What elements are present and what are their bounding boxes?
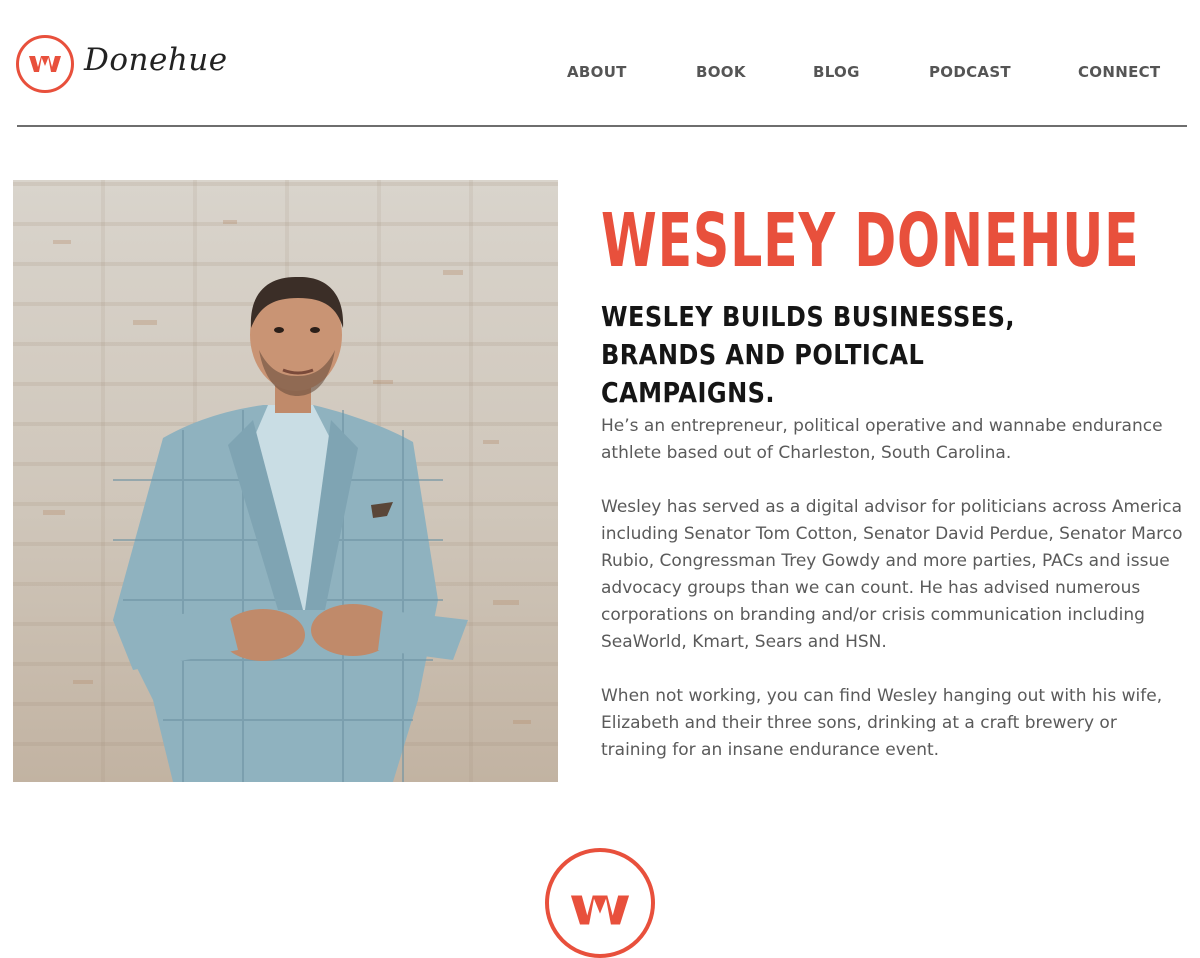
header-divider — [17, 125, 1187, 127]
nav-about[interactable]: ABOUT — [567, 63, 627, 81]
nav-book[interactable]: BOOK — [696, 63, 746, 81]
bio-paragraph: Wesley has served as a digital advisor f… — [601, 497, 1183, 652]
nav-podcast[interactable]: PODCAST — [929, 63, 1011, 81]
nav-connect[interactable]: CONNECT — [1078, 63, 1160, 81]
bio-paragraph: He’s an entrepreneur, political operativ… — [601, 416, 1163, 463]
footer-logo-icon — [545, 848, 655, 958]
portrait-photo — [13, 180, 558, 782]
page-title: WESLEY DONEHUE — [601, 198, 1140, 284]
tagline: WESLEY BUILDS BUSINESSES, BRANDS AND POL… — [601, 300, 1015, 409]
site-header: Donehue ABOUT BOOK BLOG PODCAST CONNECT — [0, 0, 1200, 126]
main-nav: ABOUT BOOK BLOG PODCAST CONNECT — [0, 63, 1200, 83]
nav-blog[interactable]: BLOG — [813, 63, 860, 81]
bio-text: He’s an entrepreneur, political operativ… — [601, 413, 1186, 791]
bio-paragraph: When not working, you can find Wesley ha… — [601, 686, 1163, 760]
